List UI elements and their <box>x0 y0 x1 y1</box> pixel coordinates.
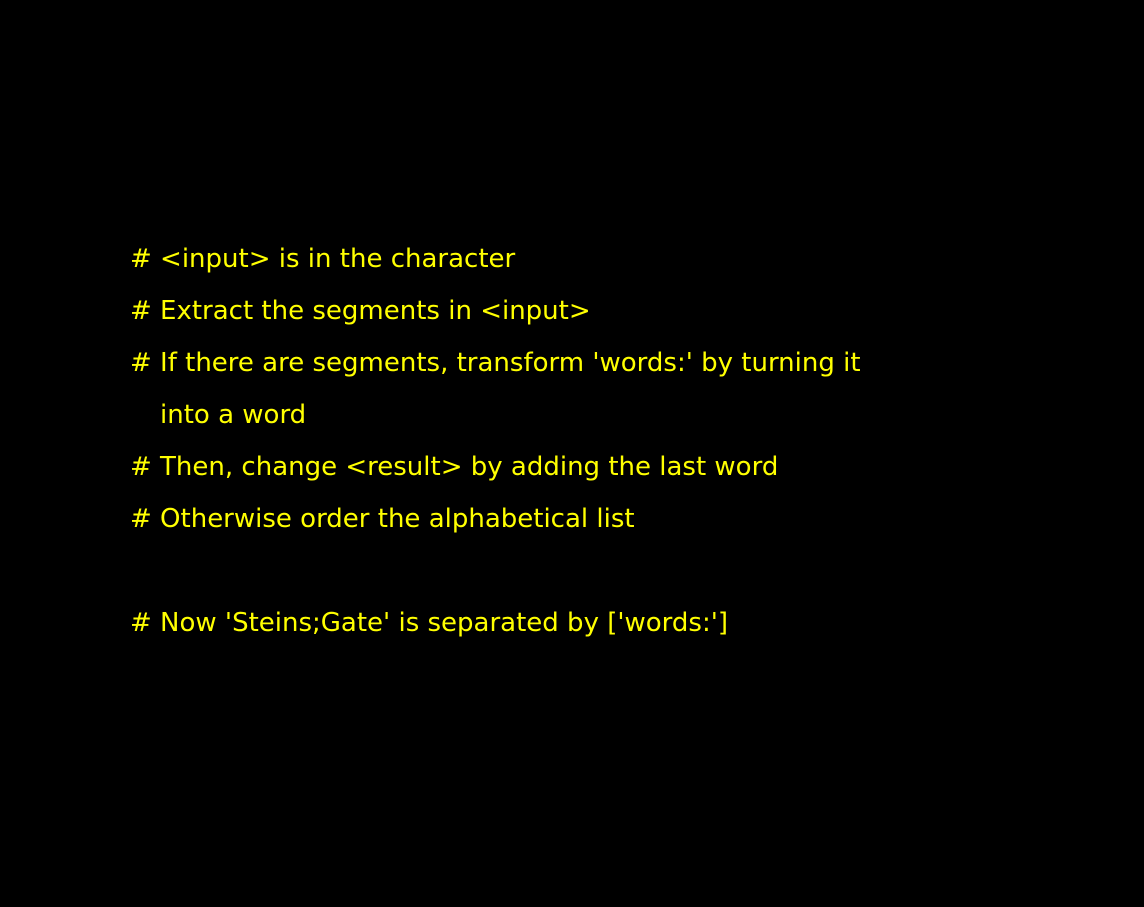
comment-line-2: # Extract the segments in <input> <box>130 296 591 326</box>
comment-line-1: # <input> is in the character <box>130 244 516 274</box>
comment-block: # <input> is in the character # Extract … <box>130 238 1110 654</box>
comment-line-3: # If there are segments, transform 'word… <box>130 348 861 378</box>
comment-line-6: # Now 'Steins;Gate' is separated by ['wo… <box>130 608 729 638</box>
comment-line-4: # Then, change <result> by adding the la… <box>130 452 779 482</box>
screen-canvas: # <input> is in the character # Extract … <box>0 0 1144 907</box>
comment-line-3-continuation: into a word <box>160 400 307 430</box>
comment-line-5: # Otherwise order the alphabetical list <box>130 504 635 534</box>
